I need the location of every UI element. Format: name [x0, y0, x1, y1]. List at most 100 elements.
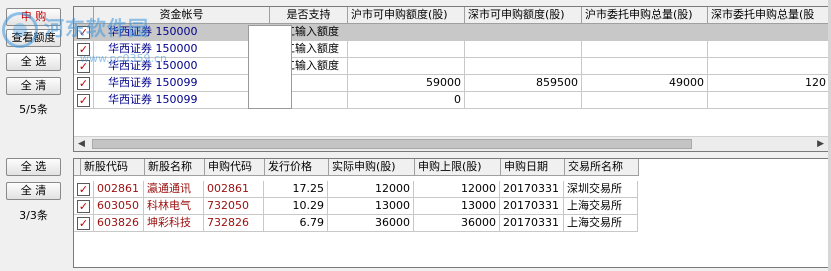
stocks-col-actual[interactable]: 实际申购(股) [329, 159, 415, 176]
actual-cell: 13000 [328, 198, 414, 215]
sz-total-cell [708, 41, 828, 58]
account-cell: 华西证券 150099 [94, 75, 270, 92]
account-cell: 华西证券 150000 [94, 24, 270, 41]
stocks-col-check [74, 159, 81, 176]
sh-total-cell [582, 41, 708, 58]
stocks-col-exchange[interactable]: 交易所名称 [565, 159, 639, 176]
exchange-cell: 上海交易所 [564, 215, 638, 232]
row-checkbox[interactable]: ✓ [74, 58, 94, 75]
sub-code-cell: 732050 [204, 198, 264, 215]
date-cell: 20170331 [500, 215, 564, 232]
accounts-col-sh-total[interactable]: 沪市委托申购总量(股) [582, 7, 708, 24]
accounts-col-sh-quota[interactable]: 沪市可申购额度(股) [348, 7, 465, 24]
checkmark-icon: ✓ [77, 182, 90, 196]
accounts-table-header: 资金帐号 是否支持 沪市可申购额度(股) 深市可申购额度(股) 沪市委托申购总量… [74, 7, 828, 24]
accounts-col-sz-quota[interactable]: 深市可申购额度(股) [465, 7, 582, 24]
table-row[interactable]: ✓ 华西证券 150099 0 [74, 92, 828, 109]
stock-code-cell: 603826 [94, 215, 144, 232]
table-row[interactable]: ✓ 华西证券 150099 59000 859500 49000 120 [74, 75, 828, 92]
table-row[interactable]: ✓ 华西证券 150000 手工输入额度 [74, 41, 828, 58]
limit-cell: 13000 [414, 198, 500, 215]
stocks-table-header: 新股代码 新股名称 申购代码 发行价格 实际申购(股) 申购上限(股) 申购日期… [74, 159, 639, 176]
actual-cell: 36000 [328, 215, 414, 232]
stock-name-cell: 坤彩科技 [144, 215, 204, 232]
select-all-accounts-button[interactable]: 全 选 [6, 53, 61, 71]
actual-cell: 12000 [328, 181, 414, 198]
sub-code-cell: 732826 [204, 215, 264, 232]
table-row[interactable]: ✓ 华西证券 150000 手工输入额度 [74, 24, 828, 41]
sz-total-cell [708, 24, 828, 41]
row-checkbox[interactable]: ✓ [74, 75, 94, 92]
sz-quota-cell [465, 58, 582, 75]
account-count-label: 5/5条 [19, 103, 48, 116]
stocks-col-limit[interactable]: 申购上限(股) [415, 159, 501, 176]
exchange-cell: 上海交易所 [564, 198, 638, 215]
sh-quota-cell [348, 41, 465, 58]
scroll-left-icon[interactable]: ◀ [78, 139, 85, 149]
sz-quota-cell [465, 92, 582, 109]
horizontal-scrollbar[interactable]: ◀ ▶ [74, 136, 828, 151]
accounts-col-support[interactable]: 是否支持 [270, 7, 348, 24]
stock-name-cell: 科林电气 [144, 198, 204, 215]
sh-total-cell: 49000 [582, 75, 708, 92]
table-row[interactable]: ✓ 华西证券 150000 手工输入额度 [74, 58, 828, 75]
sz-total-cell [708, 92, 828, 109]
stock-code-cell: 603050 [94, 198, 144, 215]
sh-quota-cell [348, 24, 465, 41]
stock-name-cell: 瀛通通讯 [144, 181, 204, 198]
row-checkbox[interactable]: ✓ [74, 215, 94, 232]
accounts-col-sz-total[interactable]: 深市委托申购总量(股 [708, 7, 828, 24]
sz-quota-cell: 859500 [465, 75, 582, 92]
sh-quota-cell: 59000 [348, 75, 465, 92]
sz-quota-cell [465, 24, 582, 41]
sh-total-cell [582, 58, 708, 75]
exchange-cell: 深圳交易所 [564, 181, 638, 198]
row-checkbox[interactable]: ✓ [74, 198, 94, 215]
account-cell: 华西证券 150000 [94, 58, 270, 75]
table-row[interactable]: ✓ 002861 瀛通通讯 002861 17.25 12000 12000 2… [74, 181, 638, 198]
checkmark-icon: ✓ [77, 216, 90, 230]
sh-quota-cell: 0 [348, 92, 465, 109]
stocks-col-price[interactable]: 发行价格 [265, 159, 329, 176]
stocks-col-date[interactable]: 申购日期 [501, 159, 565, 176]
stocks-table[interactable]: 新股代码 新股名称 申购代码 发行价格 实际申购(股) 申购上限(股) 申购日期… [73, 158, 829, 268]
price-cell: 17.25 [264, 181, 328, 198]
checkmark-icon: ✓ [77, 42, 90, 56]
account-cell: 华西证券 150000 [94, 41, 270, 58]
stocks-col-name[interactable]: 新股名称 [145, 159, 205, 176]
accounts-col-check [74, 7, 94, 24]
table-row[interactable]: ✓ 603826 坤彩科技 732826 6.79 36000 36000 20… [74, 215, 638, 232]
row-checkbox[interactable]: ✓ [74, 181, 94, 198]
limit-cell: 12000 [414, 181, 500, 198]
accounts-table[interactable]: 资金帐号 是否支持 沪市可申购额度(股) 深市可申购额度(股) 沪市委托申购总量… [73, 6, 829, 152]
sub-code-cell: 002861 [204, 181, 264, 198]
price-cell: 6.79 [264, 215, 328, 232]
row-checkbox[interactable]: ✓ [74, 24, 94, 41]
sz-total-cell [708, 58, 828, 75]
sz-total-cell: 120 [708, 75, 828, 92]
clear-accounts-button[interactable]: 全 清 [6, 77, 61, 95]
scroll-right-icon[interactable]: ▶ [817, 139, 824, 149]
date-cell: 20170331 [500, 198, 564, 215]
select-all-stocks-button[interactable]: 全 选 [6, 158, 61, 176]
row-checkbox[interactable]: ✓ [74, 92, 94, 109]
view-amount-button[interactable]: 查看额度 [6, 29, 61, 47]
row-checkbox[interactable]: ✓ [74, 41, 94, 58]
accounts-col-account[interactable]: 资金帐号 [94, 7, 270, 24]
scrollbar-thumb[interactable] [92, 139, 692, 149]
subscribe-button[interactable]: 申 购 [6, 8, 61, 26]
stocks-col-code[interactable]: 新股代码 [81, 159, 145, 176]
price-cell: 10.29 [264, 198, 328, 215]
redaction-mask [248, 25, 292, 109]
checkmark-icon: ✓ [77, 76, 90, 90]
limit-cell: 36000 [414, 215, 500, 232]
sh-total-cell [582, 92, 708, 109]
checkmark-icon: ✓ [77, 93, 90, 107]
sh-quota-cell [348, 58, 465, 75]
table-row[interactable]: ✓ 603050 科林电气 732050 10.29 13000 13000 2… [74, 198, 638, 215]
stocks-col-sub-code[interactable]: 申购代码 [205, 159, 265, 176]
sh-total-cell [582, 24, 708, 41]
clear-stocks-button[interactable]: 全 清 [6, 182, 61, 200]
account-cell: 华西证券 150099 [94, 92, 270, 109]
checkmark-icon: ✓ [77, 59, 90, 73]
